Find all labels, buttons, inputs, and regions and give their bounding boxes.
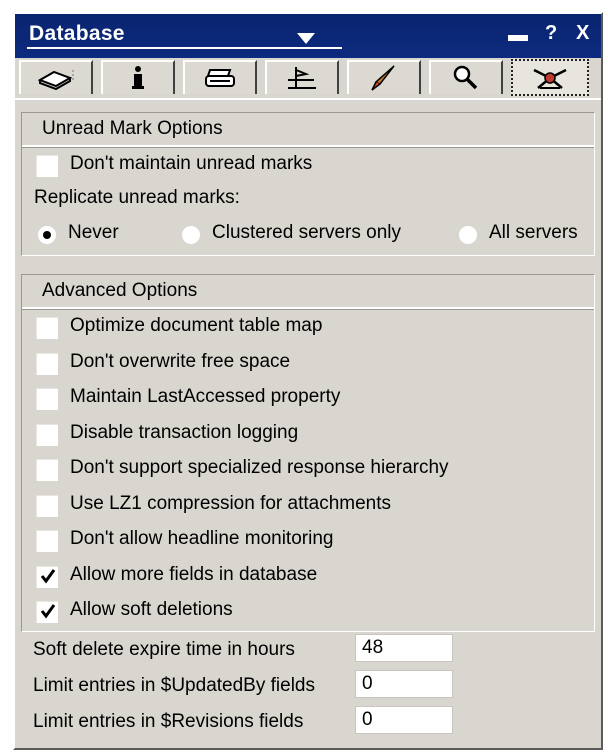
advanced-propeller-icon — [533, 68, 567, 89]
checkbox[interactable] — [36, 565, 58, 588]
radio-dot[interactable] — [459, 226, 477, 244]
title-underline — [27, 47, 342, 49]
updatedby-limit-row: Limit entries in $UpdatedBy fields — [21, 670, 595, 704]
checkbox[interactable] — [36, 459, 58, 481]
field-label: Soft delete expire time in hours — [33, 639, 295, 660]
revisions-limit-row: Limit entries in $Revisions fields — [21, 706, 595, 740]
radio-dot[interactable] — [38, 226, 56, 244]
advanced-option-row[interactable]: Optimize document table map — [22, 311, 594, 343]
tab-advanced[interactable] — [511, 59, 589, 96]
checkbox-label: Disable transaction logging — [70, 421, 299, 443]
checkbox-label: Don't allow headline monitoring — [70, 528, 334, 549]
group-title: Unread Mark Options — [42, 118, 223, 139]
tab-strip — [19, 59, 597, 96]
launch-icon — [371, 65, 395, 91]
radio-label: Clustered servers only — [212, 222, 402, 243]
field-label: Limit entries in $Revisions fields — [33, 711, 304, 732]
advanced-options-group: Advanced Options Optimize document table… — [21, 274, 595, 632]
checkbox[interactable] — [36, 155, 58, 177]
replicate-label-row: Replicate unread marks: — [22, 183, 594, 215]
printer-icon — [205, 69, 235, 87]
checkbox[interactable] — [36, 317, 58, 339]
advanced-option-row[interactable]: Don't support specialized response hiera… — [22, 453, 594, 485]
title-bar: Database ▬ ? X — [15, 14, 601, 58]
tab-launch[interactable] — [347, 60, 421, 94]
checkmark-icon — [40, 604, 55, 619]
radio-label: All servers — [489, 222, 578, 243]
tab-panel: Unread Mark Options Don't maintain unrea… — [15, 98, 601, 748]
checkbox[interactable] — [36, 530, 58, 552]
close-button[interactable]: X — [576, 22, 594, 48]
advanced-option-row[interactable]: Allow more fields in database — [22, 560, 594, 592]
radio-label: Never — [68, 222, 119, 243]
radio-dot[interactable] — [182, 226, 200, 244]
checkbox-label: Don't maintain unread marks — [70, 153, 313, 174]
unread-mark-options-group: Unread Mark Options Don't maintain unrea… — [21, 112, 595, 256]
advanced-option-row[interactable]: Don't overwrite free space — [22, 347, 594, 379]
checkbox-label: Allow more fields in database — [70, 563, 318, 585]
group-title: Advanced Options — [42, 280, 198, 301]
checkbox[interactable] — [36, 423, 58, 446]
replicate-unread-label: Replicate unread marks: — [34, 187, 240, 208]
dont-maintain-unread-row[interactable]: Don't maintain unread marks — [22, 149, 594, 181]
checkbox[interactable] — [36, 601, 58, 623]
collapse-button[interactable]: ▬ — [508, 24, 528, 50]
soft-delete-expire-input[interactable] — [355, 634, 453, 662]
group-header: Unread Mark Options — [22, 113, 594, 147]
info-icon — [132, 66, 144, 89]
tab-design[interactable] — [265, 60, 339, 94]
checkbox-label: Use LZ1 compression for attachments — [70, 492, 392, 514]
advanced-option-row[interactable]: Allow soft deletions — [22, 595, 594, 627]
checkbox-label: Allow soft deletions — [70, 599, 233, 620]
properties-type-selector-label[interactable]: Database — [29, 22, 125, 46]
checkbox-label: Don't support specialized response hiera… — [70, 457, 449, 478]
tab-search[interactable] — [429, 60, 503, 94]
advanced-option-row[interactable]: Maintain LastAccessed property — [22, 382, 594, 414]
advanced-option-row[interactable]: Disable transaction logging — [22, 418, 594, 450]
checkbox[interactable] — [36, 388, 58, 410]
updatedby-limit-input[interactable] — [355, 670, 453, 698]
checkbox-label: Optimize document table map — [70, 315, 323, 336]
magnifier-icon — [453, 65, 478, 90]
soft-delete-expire-row: Soft delete expire time in hours — [21, 634, 595, 668]
tab-print[interactable] — [183, 60, 257, 94]
checkbox[interactable] — [36, 494, 58, 517]
replicate-radio-group: Never Clustered servers only All servers — [22, 217, 594, 249]
tab-info[interactable] — [101, 60, 175, 94]
database-properties-window: Database ▬ ? X Unread Mark Options Don't… — [13, 12, 603, 750]
checkbox[interactable] — [36, 352, 58, 375]
chevron-down-icon[interactable] — [297, 32, 315, 44]
checkbox-label: Don't overwrite free space — [70, 350, 291, 372]
checkbox-label: Maintain LastAccessed property — [70, 386, 341, 407]
book-icon — [37, 70, 74, 91]
advanced-option-row[interactable]: Don't allow headline monitoring — [22, 524, 594, 556]
revisions-limit-input[interactable] — [355, 706, 453, 734]
advanced-option-row[interactable]: Use LZ1 compression for attachments — [22, 489, 594, 521]
group-header: Advanced Options — [22, 275, 594, 309]
tab-basics[interactable] — [19, 60, 93, 94]
checkmark-icon — [40, 568, 55, 583]
design-icon — [288, 67, 316, 89]
help-button[interactable]: ? — [545, 22, 563, 48]
field-label: Limit entries in $UpdatedBy fields — [33, 675, 315, 696]
